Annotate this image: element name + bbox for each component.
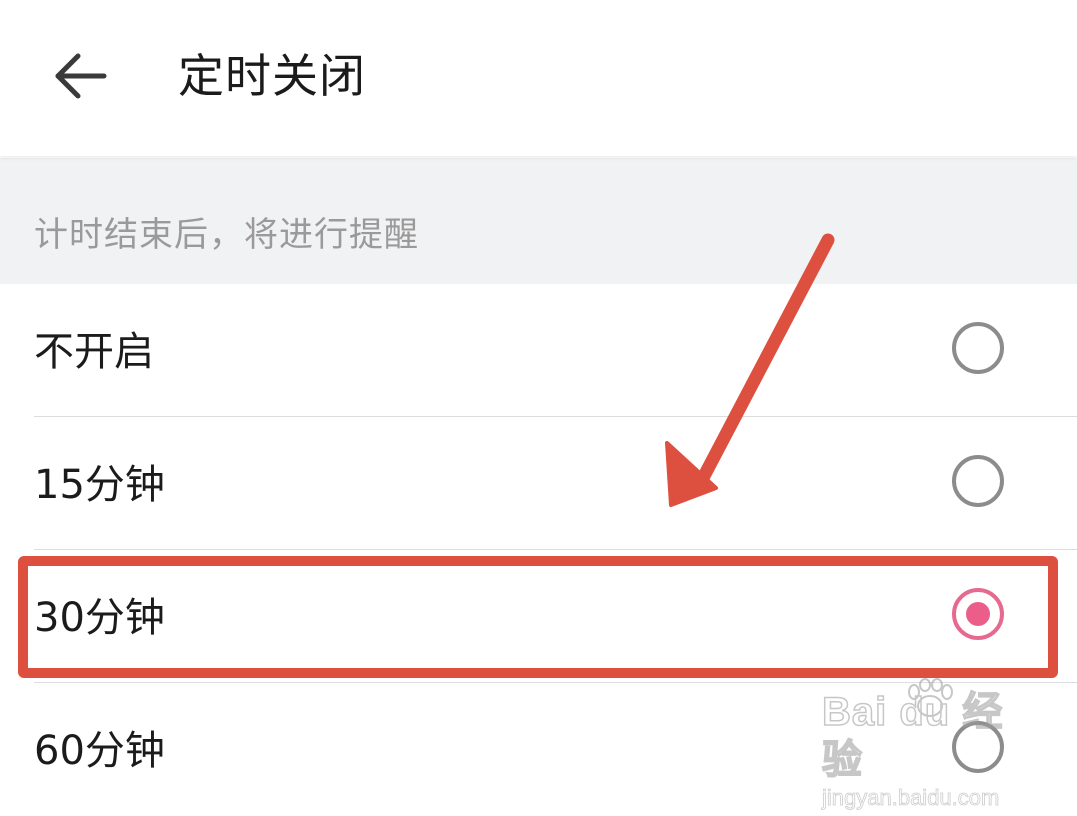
option-row-15min[interactable]: 15分钟	[0, 417, 1077, 550]
option-row-off[interactable]: 不开启	[0, 284, 1077, 417]
radio-button-15min[interactable]	[952, 455, 1004, 507]
radio-button-60min[interactable]	[952, 721, 1004, 773]
section-header: 计时结束后，将进行提醒	[0, 158, 1077, 284]
app-header: 定时关闭	[0, 0, 1077, 156]
option-label: 15分钟	[34, 462, 165, 508]
page-title: 定时关闭	[178, 49, 366, 103]
radio-button-30min-selected[interactable]	[952, 588, 1004, 640]
arrow-left-icon	[55, 53, 107, 99]
radio-button-off[interactable]	[952, 322, 1004, 374]
option-label: 30分钟	[34, 595, 165, 641]
radio-selected-dot	[966, 602, 990, 626]
option-row-30min[interactable]: 30分钟	[0, 550, 1077, 683]
option-row-60min[interactable]: 60分钟	[0, 683, 1077, 816]
timer-option-list: 不开启 15分钟 30分钟 60分钟	[0, 284, 1077, 816]
option-label: 不开启	[34, 329, 154, 375]
option-label: 60分钟	[34, 728, 165, 774]
back-button[interactable]	[50, 48, 110, 104]
section-note: 计时结束后，将进行提醒	[34, 215, 419, 255]
